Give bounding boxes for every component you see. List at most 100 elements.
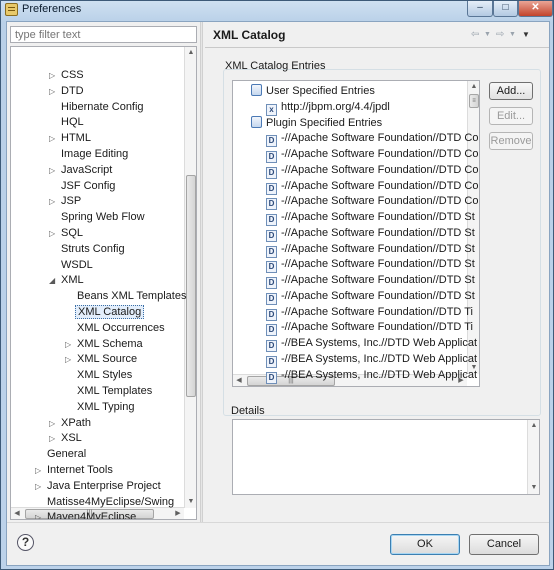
scroll-up-arrow-icon[interactable]: ▲ xyxy=(468,81,479,93)
scroll-left-arrow-icon[interactable]: ◀ xyxy=(11,508,23,519)
tree-item[interactable]: ▷ Maven4MyEclipse xyxy=(35,509,138,519)
catalog-entry[interactable]: D -//Apache Software Foundation//DTD Co xyxy=(266,193,478,211)
scroll-down-arrow-icon[interactable]: ▼ xyxy=(185,496,196,508)
button-bar-separator xyxy=(7,522,549,523)
expand-arrow-icon[interactable]: ▷ xyxy=(49,163,59,179)
expand-arrow-icon[interactable]: ▷ xyxy=(49,131,59,147)
entry-text: -//Apache Software Foundation//DTD Co xyxy=(281,163,479,176)
expand-arrow-icon[interactable]: ▷ xyxy=(49,84,59,100)
back-arrow-icon[interactable]: ⇦ xyxy=(471,29,479,41)
view-menu-icon[interactable]: ▼ xyxy=(522,30,530,42)
tree-item[interactable]: ▷ JSP xyxy=(49,193,83,209)
catalog-entry[interactable]: D -//Apache Software Foundation//DTD St xyxy=(266,288,475,305)
expand-arrow-icon[interactable]: ▷ xyxy=(35,510,45,519)
close-button[interactable]: ✕ xyxy=(518,1,553,17)
catalog-entry[interactable]: D -//Apache Software Foundation//DTD St xyxy=(266,256,475,274)
tree-item[interactable]: XML Styles xyxy=(65,367,134,383)
tree-item[interactable]: XML Occurrences xyxy=(65,320,167,336)
tree-item[interactable]: JSF Config xyxy=(49,178,117,194)
collapse-arrow-icon[interactable]: ◢ xyxy=(49,273,59,289)
tree-item[interactable]: Image Editing xyxy=(49,146,130,162)
tree-item[interactable]: ▷ XPath xyxy=(49,415,93,431)
catalog-entry[interactable]: D -//Apache Software Foundation//DTD St xyxy=(266,209,475,226)
expand-arrow-icon[interactable]: ▷ xyxy=(49,68,59,84)
add-button[interactable]: Add... xyxy=(489,82,533,100)
catalog-entry[interactable]: D -//Apache Software Foundation//DTD St xyxy=(266,272,475,289)
expand-arrow-icon[interactable]: ▷ xyxy=(35,463,45,479)
remove-button[interactable]: Remove xyxy=(489,132,533,150)
help-icon[interactable]: ? xyxy=(17,534,34,551)
expand-arrow-icon[interactable]: ▷ xyxy=(35,479,45,495)
catalog-entry[interactable]: D -//Apache Software Foundation//DTD Ti xyxy=(266,304,473,321)
tree-vertical-scrollbar[interactable]: ▲ ▼ xyxy=(184,47,196,508)
tree-item[interactable]: HQL xyxy=(49,114,86,130)
expand-arrow-icon[interactable]: ▷ xyxy=(49,194,59,210)
tree-item[interactable]: ▷ XML Source xyxy=(65,351,139,367)
catalog-entry[interactable]: D -//Apache Software Foundation//DTD Co xyxy=(266,178,478,195)
maximize-button[interactable]: □ xyxy=(493,1,518,17)
entry-text: -//Apache Software Foundation//DTD Ti xyxy=(281,321,473,334)
entries-vscroll-thumb[interactable]: ≡ xyxy=(469,94,479,108)
tree-item[interactable]: Spring Web Flow xyxy=(49,209,147,225)
tree-item[interactable]: XML Catalog xyxy=(65,304,145,320)
tree-item[interactable]: ▷ DTD xyxy=(49,83,86,99)
catalog-entry[interactable]: D -//BEA Systems, Inc.//DTD Web Applicat xyxy=(266,351,477,368)
scroll-right-arrow-icon[interactable]: ▶ xyxy=(172,508,184,519)
scroll-left-arrow-icon[interactable]: ◀ xyxy=(233,375,245,386)
tree-item[interactable]: ▷ SQL xyxy=(49,225,85,241)
splitter-sash[interactable] xyxy=(200,22,203,522)
catalog-entry[interactable]: x http://jbpm.org/4.4/jpdl xyxy=(266,99,390,116)
expand-arrow-icon[interactable]: ▷ xyxy=(49,226,59,242)
details-vertical-scrollbar[interactable]: ▲ ▼ xyxy=(527,420,539,494)
expand-arrow-icon[interactable]: ▷ xyxy=(65,337,75,353)
ok-button[interactable]: OK xyxy=(390,534,460,555)
tree-item[interactable]: ◢ XML xyxy=(49,272,86,288)
tree-item[interactable]: ▷ Internet Tools xyxy=(35,462,115,478)
tree-item[interactable]: ▷ Java Enterprise Project xyxy=(35,478,163,494)
scroll-up-arrow-icon[interactable]: ▲ xyxy=(185,47,196,59)
catalog-category[interactable]: Plugin Specified Entries xyxy=(251,115,382,131)
cancel-button[interactable]: Cancel xyxy=(469,534,539,555)
catalog-entry[interactable]: D -//BEA Systems, Inc.//DTD Web Applicat xyxy=(266,335,477,352)
tree-item-label: JSP xyxy=(61,195,82,208)
catalog-entry[interactable]: D -//BEA Systems, Inc.//DTD Web Applicat xyxy=(266,367,477,384)
back-dropdown-icon[interactable]: ▼ xyxy=(484,31,491,43)
tree-item[interactable]: Struts Config xyxy=(49,241,127,257)
catalog-entry[interactable]: D -//Apache Software Foundation//DTD Ti xyxy=(266,319,473,337)
filter-input[interactable] xyxy=(10,26,197,43)
tree-item[interactable]: ▷ HTML xyxy=(49,130,93,146)
tree-item[interactable]: ▷ CSS xyxy=(49,67,86,83)
catalog-entry[interactable]: D -//Apache Software Foundation//DTD St xyxy=(266,241,475,258)
edit-button[interactable]: Edit... xyxy=(489,107,533,125)
title-bar[interactable]: Preferences – □ ✕ xyxy=(1,1,553,19)
expand-arrow-icon[interactable]: ▷ xyxy=(49,416,59,432)
minimize-button[interactable]: – xyxy=(467,1,493,17)
catalog-entry[interactable]: D -//Apache Software Foundation//DTD St xyxy=(266,225,475,242)
tree-item[interactable]: XML Typing xyxy=(65,399,136,415)
entry-text: http://jbpm.org/4.4/jpdl xyxy=(281,100,390,113)
tree-vscroll-thumb[interactable] xyxy=(186,175,196,397)
catalog-entry[interactable]: D -//Apache Software Foundation//DTD Co xyxy=(266,130,478,148)
tree-item-label: HQL xyxy=(61,116,84,129)
forward-dropdown-icon[interactable]: ▼ xyxy=(509,31,516,43)
tree-item[interactable]: ▷ XML Schema xyxy=(65,336,145,352)
tree-item[interactable]: XML Templates xyxy=(65,383,154,399)
tree-item-label: XML Catalog xyxy=(75,305,145,319)
details-text-area[interactable]: ▲ ▼ xyxy=(232,419,540,495)
tree-item[interactable]: ▷ JavaScript xyxy=(49,162,114,178)
catalog-entry[interactable]: D -//Apache Software Foundation//DTD Co xyxy=(266,146,478,163)
expand-arrow-icon[interactable]: ▷ xyxy=(65,352,75,368)
tree-item[interactable]: Hibernate Config xyxy=(49,99,146,115)
tree-item[interactable]: WSDL xyxy=(49,257,95,273)
entry-text: -//Apache Software Foundation//DTD St xyxy=(281,289,475,302)
tree-item[interactable]: General xyxy=(35,446,88,462)
catalog-category[interactable]: User Specified Entries xyxy=(251,83,375,99)
catalog-entry[interactable]: D -//Apache Software Foundation//DTD Co xyxy=(266,162,479,179)
tree-item[interactable]: Beans XML Templates xyxy=(65,288,188,304)
expand-arrow-icon[interactable]: ▷ xyxy=(49,431,59,447)
tree-item[interactable]: Matisse4MyEclipse/Swing xyxy=(35,494,176,510)
scroll-up-arrow-icon[interactable]: ▲ xyxy=(528,420,540,432)
forward-arrow-icon[interactable]: ⇨ xyxy=(496,29,504,41)
tree-item[interactable]: ▷ XSL xyxy=(49,430,84,446)
scroll-down-arrow-icon[interactable]: ▼ xyxy=(528,482,540,494)
